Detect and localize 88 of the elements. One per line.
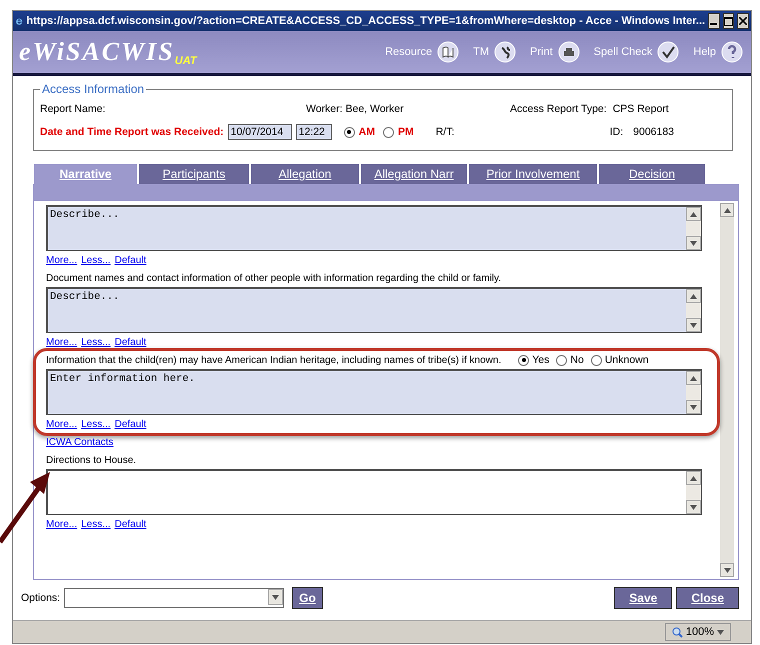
- prompt-text: Directions to House.: [46, 454, 138, 468]
- scroll-up-button[interactable]: [686, 371, 701, 385]
- worker-text: Worker: Bee, Worker: [306, 103, 404, 115]
- window-title: https://appsa.dcf.wisconsin.gov/?action=CREATE&ACCESS_CD_ACCESS_TYPE=1&fromWhere=desktop - Acce - Windows Inter...: [26, 15, 706, 27]
- globe-icon: [494, 41, 516, 63]
- field-label: Report Name:: [40, 103, 106, 115]
- radio-label: Yes: [532, 354, 550, 366]
- down-arrow-icon: [690, 404, 697, 410]
- link[interactable]: Default: [114, 254, 146, 266]
- field-label: R/T:: [436, 126, 456, 138]
- down-arrow-icon: [690, 504, 697, 510]
- close-button[interactable]: [737, 13, 750, 29]
- down-arrow-icon: [272, 594, 280, 600]
- down-arrow-icon: [690, 240, 697, 246]
- save-button[interactable]: Save: [614, 587, 672, 609]
- link[interactable]: Default: [114, 418, 146, 430]
- field-label: Date and Time Report was Received:: [40, 126, 224, 138]
- zoom-control[interactable]: 100%: [664, 623, 731, 641]
- tab[interactable]: Participants: [138, 163, 250, 184]
- link[interactable]: ICWA Contacts: [46, 436, 114, 448]
- field-label: Options:: [21, 592, 60, 604]
- link[interactable]: More...: [46, 418, 78, 430]
- radio-button[interactable]: [382, 126, 394, 138]
- prompt-text: Document names and contact information of other people with information regarding the child or family.: [46, 272, 502, 286]
- field-label: ID:: [610, 126, 624, 138]
- link[interactable]: More...: [46, 518, 78, 530]
- options-dropdown[interactable]: [64, 588, 284, 608]
- up-arrow-icon: [690, 476, 697, 480]
- scroll-up-button[interactable]: [720, 203, 734, 217]
- link[interactable]: Less...: [81, 336, 111, 348]
- close-button[interactable]: Close: [676, 587, 739, 609]
- zoom-icon: [672, 626, 683, 638]
- scroll-down-button[interactable]: [686, 236, 701, 250]
- tab[interactable]: Prior Involvement: [468, 163, 598, 184]
- down-arrow-icon: [724, 568, 730, 572]
- scroll-down-button[interactable]: [686, 400, 701, 414]
- radio-label: PM: [398, 126, 414, 138]
- text-area[interactable]: Enter information here.: [46, 369, 702, 415]
- maximize-icon: [724, 16, 734, 26]
- prompt-text: Information that the child(ren) may have American Indian heritage, including names of tribe(s) if known.: [46, 354, 502, 366]
- tab[interactable]: Allegation Narr: [360, 163, 468, 184]
- down-arrow-icon: [690, 322, 697, 328]
- radio-label: No: [570, 354, 584, 366]
- scroll-down-button[interactable]: [686, 318, 701, 332]
- go-button[interactable]: Go: [292, 587, 323, 609]
- scroll-up-button[interactable]: [686, 289, 701, 303]
- link[interactable]: Less...: [81, 418, 111, 430]
- tab[interactable]: Allegation: [250, 163, 360, 184]
- text-area[interactable]: Describe...: [46, 205, 702, 251]
- down-arrow-icon: [717, 630, 724, 634]
- tab[interactable]: Decision: [598, 163, 706, 184]
- link[interactable]: Default: [114, 336, 146, 348]
- radio-button[interactable]: [344, 126, 355, 138]
- link[interactable]: Less...: [81, 254, 111, 266]
- scroll-up-button[interactable]: [686, 207, 701, 221]
- date-field[interactable]: 10/07/2014: [228, 124, 292, 140]
- field-label: Access Report Type:: [510, 103, 607, 115]
- panel-title: Access Information: [41, 82, 146, 96]
- minimize-button[interactable]: [708, 13, 720, 29]
- scroll-down-button[interactable]: [686, 500, 701, 514]
- link[interactable]: Less...: [81, 518, 111, 530]
- link[interactable]: More...: [46, 254, 78, 266]
- radio-button[interactable]: [518, 354, 530, 366]
- close-icon: [739, 17, 748, 25]
- help-icon: [721, 41, 743, 63]
- radio-label: Unknown: [604, 354, 649, 366]
- radio-label: AM: [358, 126, 375, 138]
- text-area[interactable]: [46, 469, 702, 515]
- text-area[interactable]: Describe...: [46, 287, 702, 333]
- link[interactable]: More...: [46, 336, 78, 348]
- radio-button[interactable]: [590, 354, 602, 366]
- field-value: CPS Report: [612, 103, 669, 115]
- scroll-up-button[interactable]: [686, 471, 701, 485]
- environment-label: UAT: [174, 55, 197, 67]
- app-logo: eWiSACWIS: [19, 37, 175, 67]
- scroll-down-button[interactable]: [720, 563, 734, 577]
- book-icon: [437, 41, 460, 63]
- maximize-button[interactable]: [722, 13, 734, 29]
- up-arrow-icon: [690, 376, 697, 380]
- radio-button[interactable]: [556, 354, 568, 366]
- field-value: 9006183: [633, 126, 674, 138]
- checkmark-icon: [657, 41, 680, 63]
- printer-icon: [558, 41, 580, 63]
- up-arrow-icon: [690, 294, 697, 298]
- link[interactable]: Default: [114, 518, 146, 530]
- up-arrow-icon: [724, 208, 730, 212]
- time-field[interactable]: 12:22: [296, 124, 332, 140]
- up-arrow-icon: [690, 212, 697, 216]
